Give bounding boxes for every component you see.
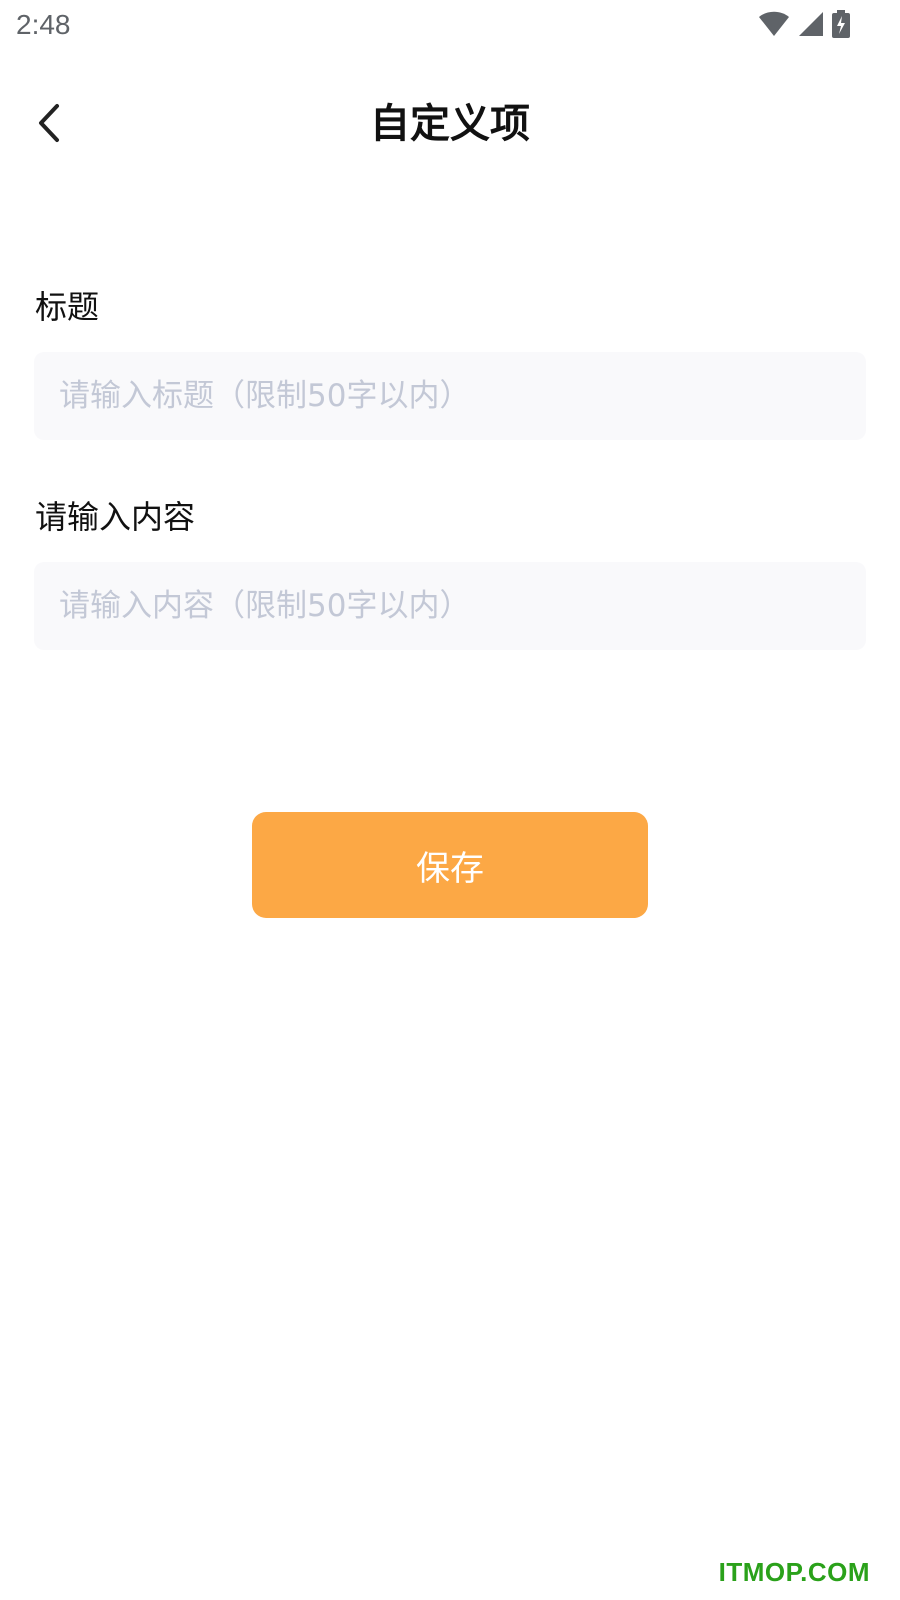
nav-bar: 自定义项 [0, 80, 900, 170]
status-bar: 2:48 [0, 0, 900, 50]
title-field-container [34, 352, 866, 440]
content-input[interactable] [34, 562, 866, 650]
wifi-icon [758, 11, 790, 37]
watermark: ITMOP.COM [718, 1557, 870, 1587]
save-button[interactable]: 保存 [252, 812, 648, 918]
content-field-label: 请输入内容 [35, 498, 196, 536]
page-title: 自定义项 [370, 101, 530, 147]
status-icons [758, 9, 850, 39]
content-field-container [34, 562, 866, 650]
battery-charging-icon [832, 10, 850, 38]
title-input[interactable] [34, 352, 866, 440]
status-time: 2:48 [16, 9, 71, 40]
title-field-label: 标题 [35, 288, 100, 326]
cellular-signal-icon [798, 11, 824, 37]
